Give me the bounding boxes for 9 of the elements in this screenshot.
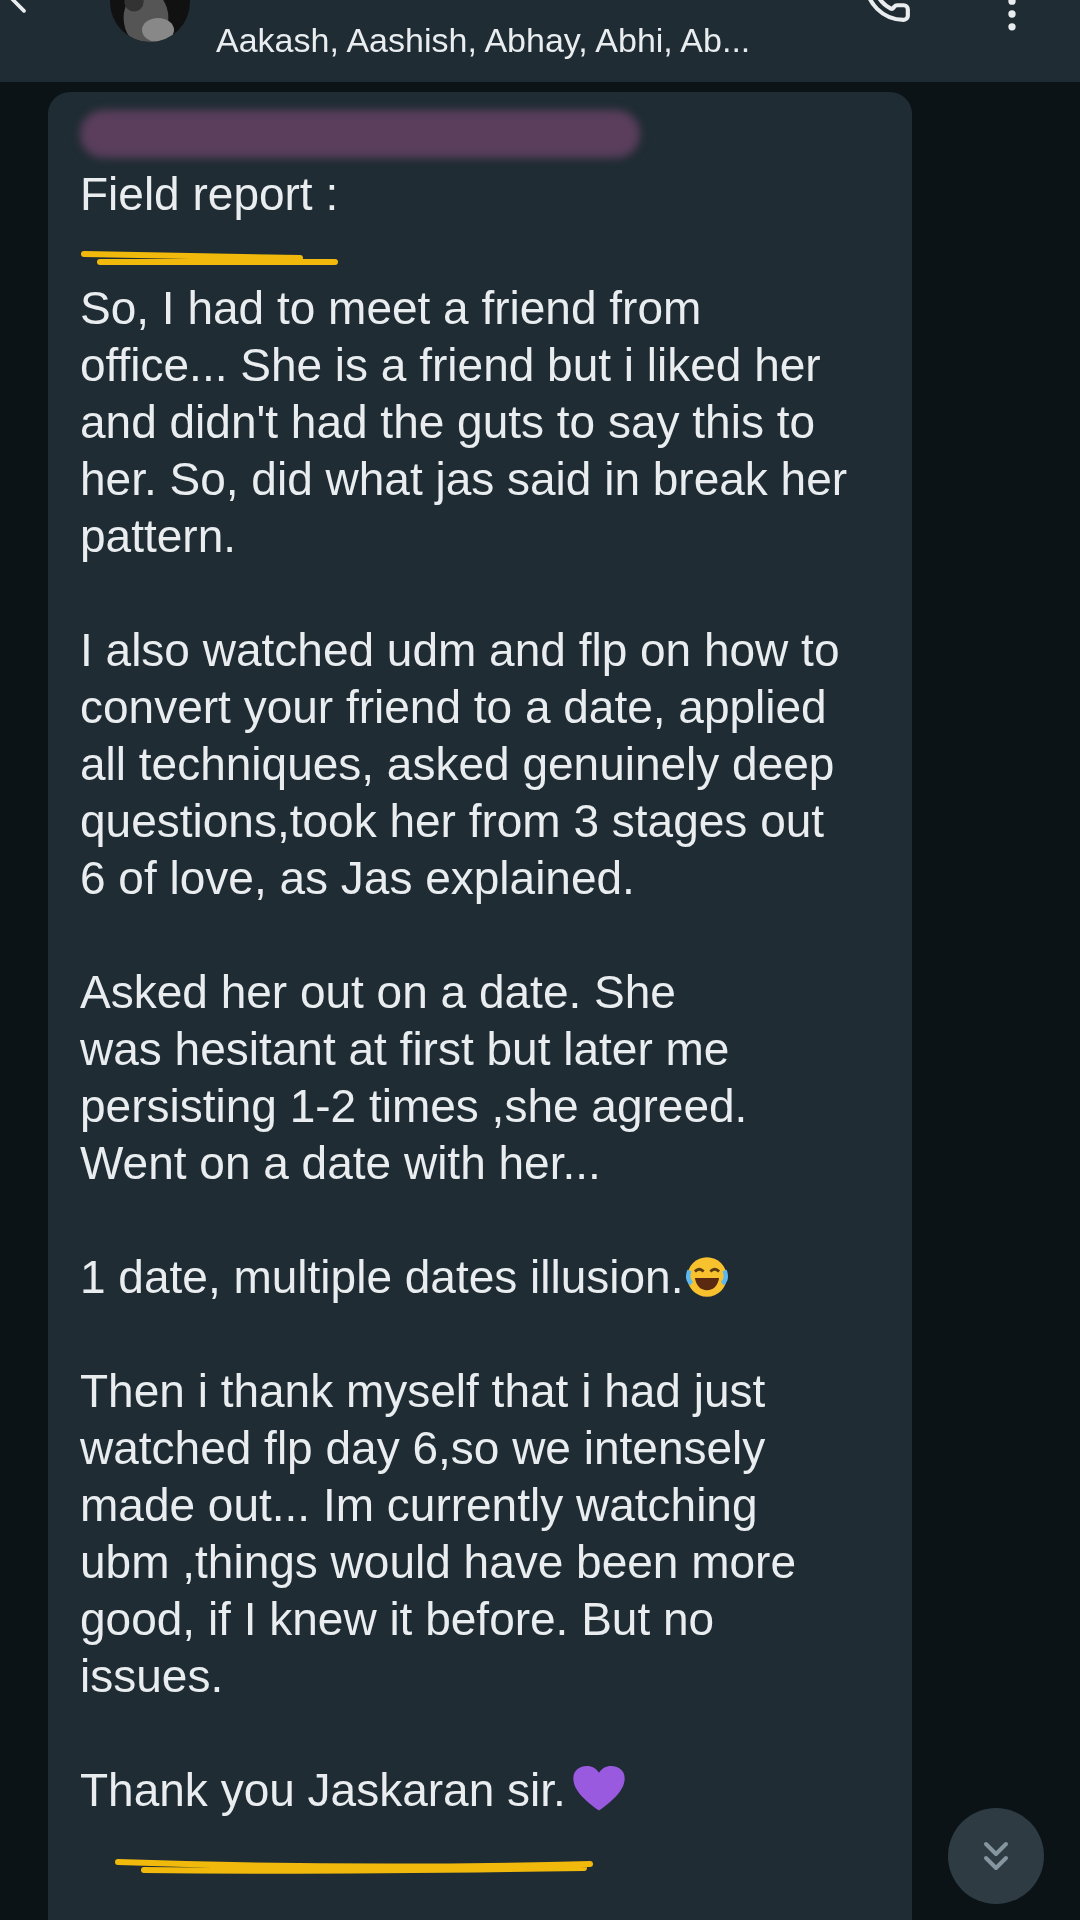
message-text: 1 date, multiple dates illusion.: [80, 1251, 684, 1303]
group-members: Aakash, Aashish, Abhay, Abhi, Ab...: [216, 20, 751, 60]
laughing-emoji-icon: [685, 1255, 730, 1299]
message-text: Then i thank myself that i had just watched flp day 6,so we intensely made out... Im currently watching ubm ,things would have been more good, if I knew it before. But no issues.: [80, 1365, 796, 1702]
message-text: I also watched udm and flp on how to convert your friend to a date, applied all techniques, asked genuinely deep questions,took her from 3 stages out 6 of love, as Jas explained.: [80, 624, 840, 904]
message-text: Thank you Jaskaran sir.: [80, 1764, 566, 1816]
message-text: Field report :: [80, 168, 339, 220]
message-text: Asked her out on a date. She was hesitant at first but later me persisting 1-2 times ,she agreed. Went on a date with her...: [80, 966, 748, 1189]
message-text: So, I had to meet a friend from office... She is a friend but i liked her and didn't had the guts to say this to her. So, did what jas said in break her pattern.: [80, 282, 848, 562]
